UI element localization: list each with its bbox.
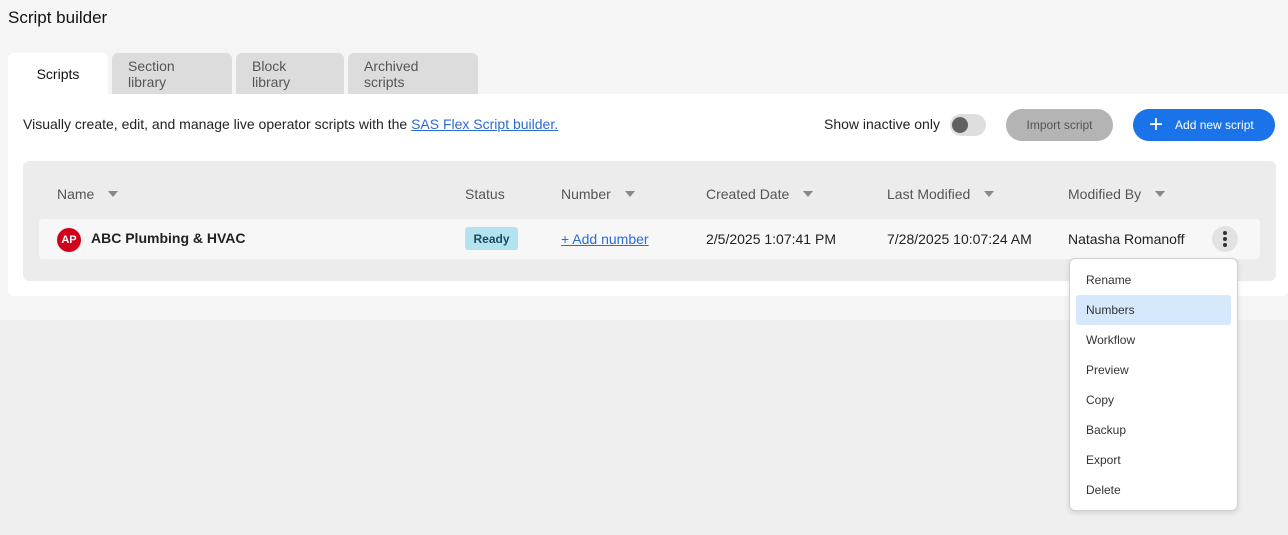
script-name[interactable]: ABC Plumbing & HVAC (91, 230, 246, 246)
sort-caret-icon[interactable] (624, 191, 635, 197)
column-header-label: Created Date (706, 186, 790, 202)
table-row[interactable]: AP ABC Plumbing & HVAC Ready + Add numbe… (39, 219, 1260, 259)
import-script-button[interactable]: Import script (1006, 109, 1113, 141)
created-date: 2/5/2025 1:07:41 PM (706, 231, 836, 247)
column-header-label: Status (465, 186, 505, 202)
column-header-modified-by[interactable]: Modified By (1068, 186, 1166, 202)
menu-item-workflow[interactable]: Workflow (1076, 325, 1231, 355)
add-new-script-label: Add new script (1175, 118, 1254, 132)
menu-item-delete[interactable]: Delete (1076, 475, 1231, 505)
column-header-number[interactable]: Number (561, 186, 635, 202)
kebab-dot (1223, 231, 1227, 235)
menu-item-copy[interactable]: Copy (1076, 385, 1231, 415)
last-modified: 7/28/2025 10:07:24 AM (887, 231, 1032, 247)
description: Visually create, edit, and manage live o… (23, 116, 558, 132)
modified-by: Natasha Romanoff (1068, 231, 1185, 247)
sort-caret-icon[interactable] (803, 191, 814, 197)
column-header-label: Modified By (1068, 186, 1142, 202)
menu-item-export[interactable]: Export (1076, 445, 1231, 475)
add-new-script-button[interactable]: + Add new script (1133, 109, 1275, 141)
add-number-link[interactable]: + Add number (561, 231, 649, 247)
column-header-label: Name (57, 186, 95, 202)
column-header-created-date[interactable]: Created Date (706, 186, 814, 202)
script-builder-link[interactable]: SAS Flex Script builder. (411, 116, 558, 132)
page-title: Script builder (8, 8, 108, 27)
column-header-name[interactable]: Name (57, 186, 119, 202)
menu-item-preview[interactable]: Preview (1076, 355, 1231, 385)
status-badge: Ready (465, 227, 518, 250)
tab-bar: Scripts Section library Block library Ar… (8, 53, 482, 94)
column-header-status: Status (465, 186, 505, 202)
show-inactive-toggle[interactable] (950, 114, 986, 136)
tab-section-library[interactable]: Section library (112, 53, 232, 94)
tab-archived-scripts[interactable]: Archived scripts (348, 53, 478, 94)
kebab-dot (1223, 237, 1227, 241)
more-options-icon[interactable] (1212, 226, 1238, 252)
toggle-knob (952, 117, 968, 133)
avatar: AP (57, 228, 81, 252)
plus-icon: + (1149, 111, 1164, 138)
column-header-label: Last Modified (887, 186, 971, 202)
description-text: Visually create, edit, and manage live o… (23, 116, 412, 132)
menu-item-backup[interactable]: Backup (1076, 415, 1231, 445)
tab-scripts[interactable]: Scripts (8, 53, 108, 94)
menu-item-numbers[interactable]: Numbers (1076, 295, 1231, 325)
context-menu: Rename Numbers Workflow Preview Copy Bac… (1069, 258, 1238, 511)
sort-caret-icon[interactable] (1155, 191, 1166, 197)
menu-item-rename[interactable]: Rename (1076, 265, 1231, 295)
tab-block-library[interactable]: Block library (236, 53, 344, 94)
sort-caret-icon[interactable] (984, 191, 995, 197)
sort-caret-icon[interactable] (108, 191, 119, 197)
column-header-last-modified[interactable]: Last Modified (887, 186, 995, 202)
column-header-label: Number (561, 186, 611, 202)
show-inactive-label: Show inactive only (824, 116, 940, 132)
kebab-dot (1223, 243, 1227, 247)
